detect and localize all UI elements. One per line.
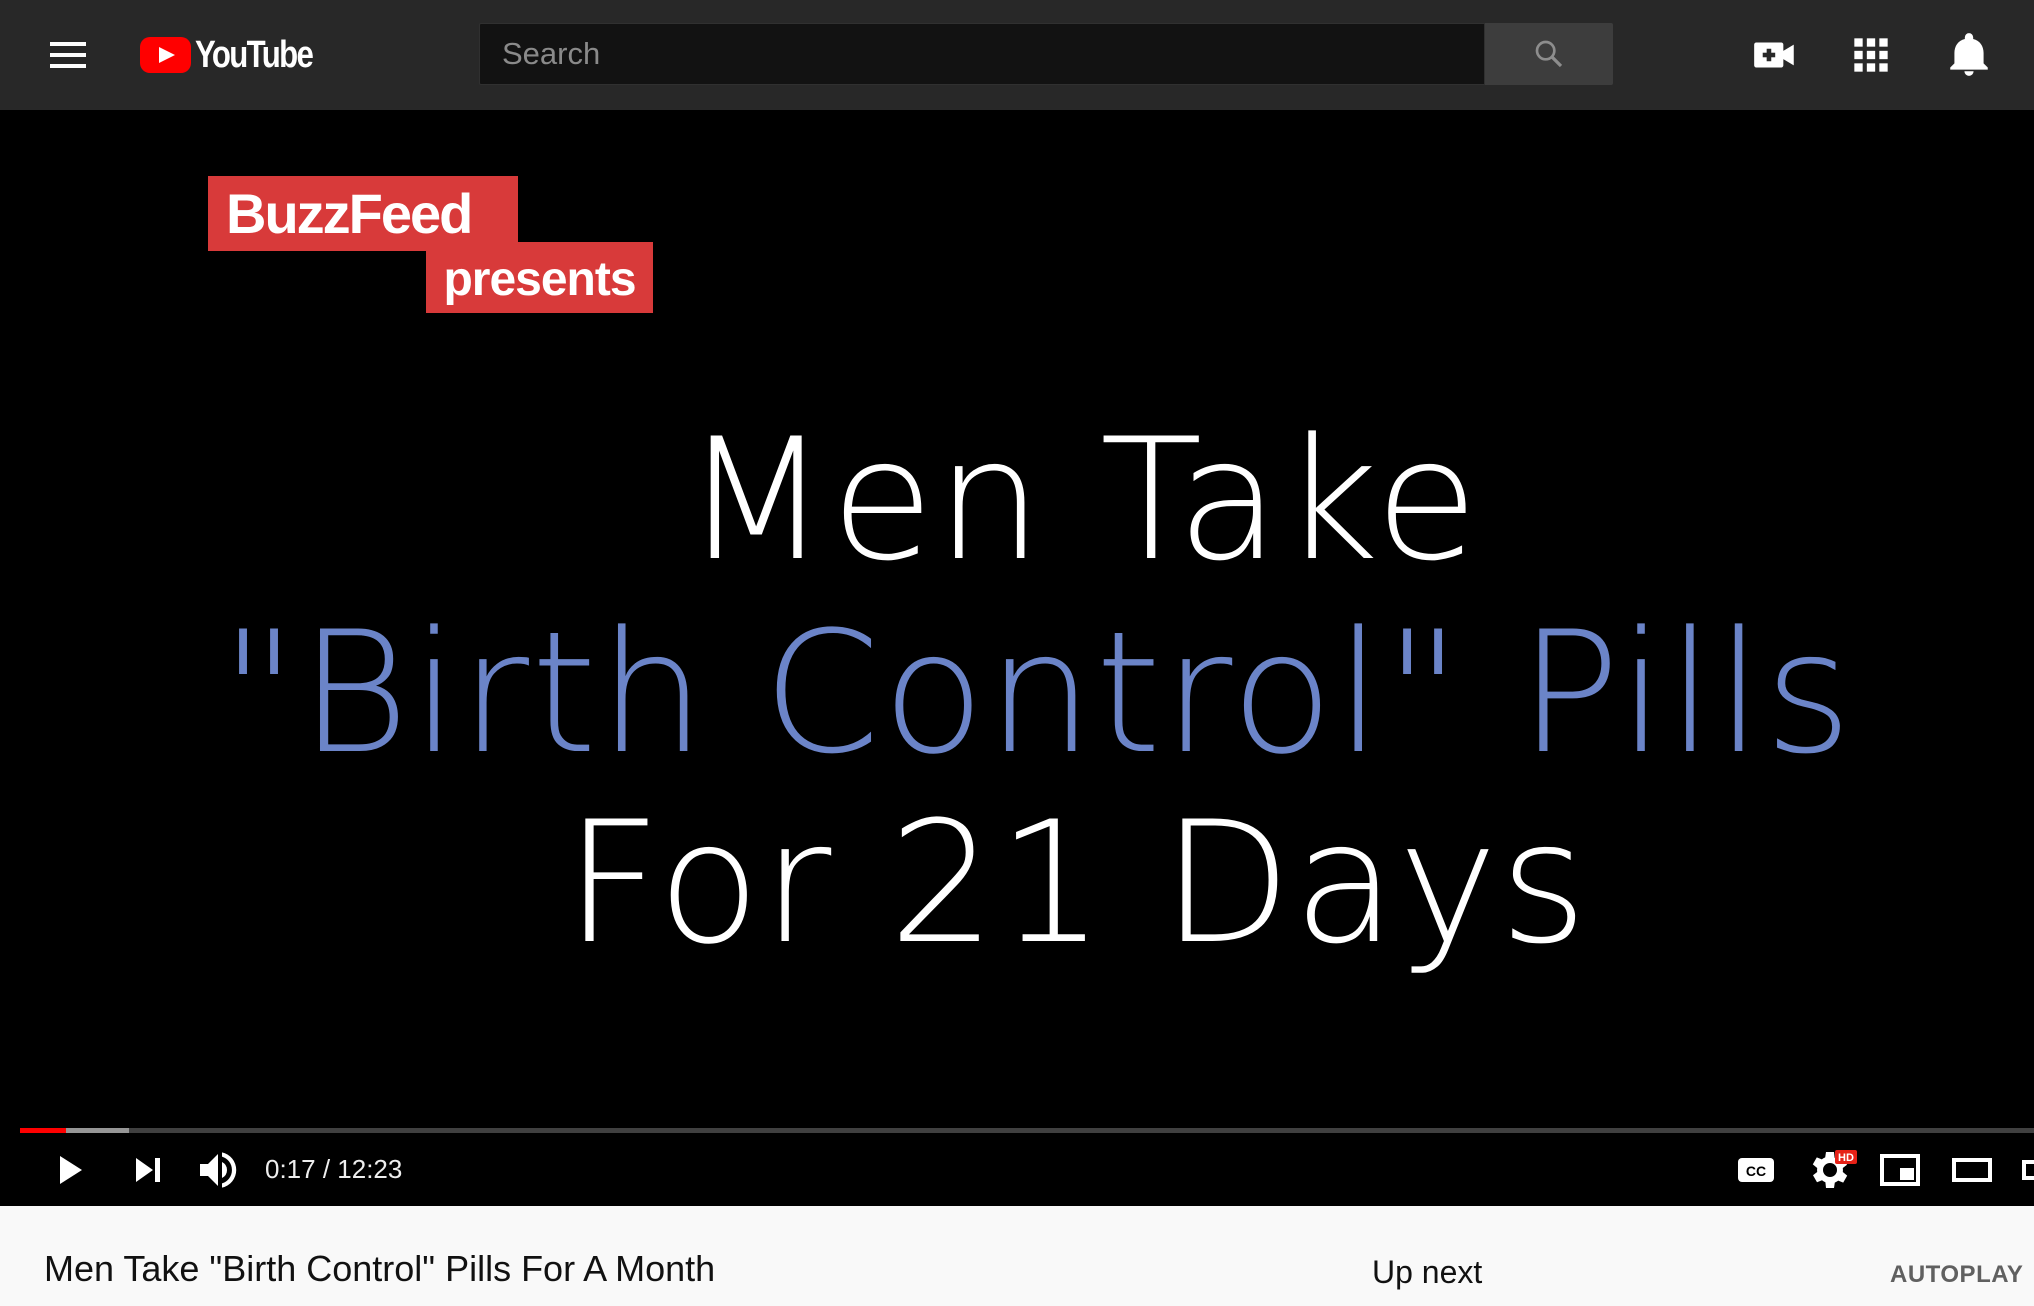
play-icon	[60, 1156, 82, 1184]
volume-icon	[200, 1152, 237, 1188]
progress-played	[20, 1128, 67, 1133]
up-next-label: Up next	[1372, 1254, 1483, 1290]
frame-title-line-2: "Birth Control" Pills	[220, 595, 1854, 791]
progress-bar[interactable]	[20, 1128, 2034, 1133]
search-icon	[1535, 40, 1563, 68]
search-box	[479, 23, 1485, 85]
youtube-logo[interactable]: YouTube	[140, 33, 338, 77]
theater-icon	[1952, 1158, 1992, 1182]
captions-button[interactable]: CC	[1732, 1146, 1780, 1194]
next-icon	[136, 1158, 160, 1182]
frame-title-line-1: Men Take	[683, 402, 1481, 598]
video-title: Men Take "Birth Control" Pills For A Mon…	[44, 1248, 716, 1289]
autoplay-toggle[interactable]: AUTOPLAY	[1890, 1261, 2023, 1289]
brand-bottom: presents	[426, 251, 653, 313]
watch-info: Men Take "Birth Control" Pills For A Mon…	[0, 1206, 2034, 1306]
video-player[interactable]: BuzzFeed presents Men Take "Birth Contro…	[0, 110, 2034, 1206]
brand-top: BuzzFeed	[208, 176, 518, 251]
settings-badge: HD	[1838, 1152, 1854, 1164]
apps-grid-icon[interactable]	[1846, 30, 1896, 80]
player-controls: 0:17 / 12:23 CC HD	[0, 1140, 2034, 1200]
buzzfeed-presents-logo: BuzzFeed presents	[208, 176, 656, 316]
video-create-icon[interactable]	[1750, 30, 1800, 80]
youtube-logo-icon	[140, 37, 191, 73]
next-button[interactable]	[124, 1146, 172, 1194]
volume-button[interactable]	[194, 1146, 242, 1194]
fullscreen-icon	[2022, 1160, 2034, 1180]
theater-button[interactable]	[1948, 1146, 1996, 1194]
fullscreen-button[interactable]	[2016, 1146, 2034, 1194]
menu-icon[interactable]	[44, 34, 92, 76]
play-button[interactable]	[44, 1146, 92, 1194]
frame-title-line-3: For 21 Days	[564, 785, 1590, 981]
settings-button[interactable]: HD	[1804, 1146, 1858, 1194]
miniplayer-button[interactable]	[1876, 1146, 1924, 1194]
masthead: YouTube	[0, 0, 2034, 110]
brand-underline	[208, 242, 653, 251]
time-display: 0:17 / 12:23	[265, 1154, 403, 1184]
captions-label: CC	[1746, 1163, 1766, 1179]
logo-text: YouTube	[195, 33, 314, 76]
settings-icon: HD	[1812, 1150, 1857, 1188]
search-button[interactable]	[1485, 23, 1613, 85]
captions-icon: CC	[1738, 1158, 1774, 1182]
search-input[interactable]	[480, 24, 1484, 84]
miniplayer-icon	[1880, 1154, 1920, 1186]
notifications-bell-icon[interactable]	[1944, 30, 1994, 80]
